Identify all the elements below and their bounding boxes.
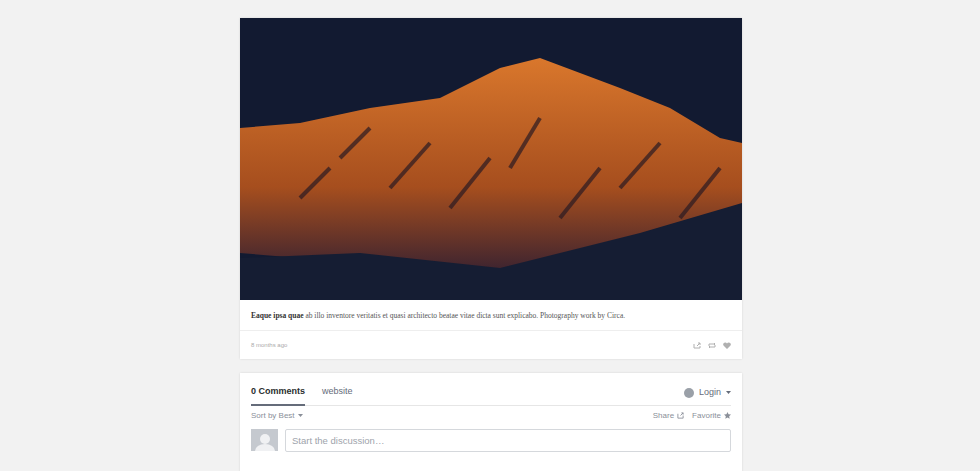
- caption: Eaque ipsa quae ab illo inventore verita…: [251, 310, 731, 321]
- share-button[interactable]: Share: [653, 410, 684, 422]
- heart-icon[interactable]: [723, 342, 731, 349]
- share-icon[interactable]: [693, 342, 701, 349]
- repost-icon[interactable]: [708, 342, 716, 349]
- caret-icon: [726, 391, 731, 394]
- star-icon: [724, 412, 731, 419]
- sort-menu[interactable]: Sort by Best: [251, 410, 303, 422]
- photo: [240, 18, 742, 300]
- login-menu[interactable]: Login: [684, 386, 731, 405]
- favorite-button[interactable]: Favorite: [692, 410, 731, 422]
- avatar-icon: [251, 429, 278, 451]
- post-time: 8 months ago: [251, 341, 287, 350]
- comments-card: 0 Comments website Login Sort by Best Sha…: [240, 373, 742, 471]
- caret-icon: [298, 414, 303, 417]
- user-icon: [684, 388, 694, 398]
- comment-input[interactable]: [285, 429, 731, 452]
- share-icon: [677, 412, 684, 419]
- post-card: Eaque ipsa quae ab illo inventore verita…: [240, 18, 742, 359]
- comments-tab[interactable]: 0 Comments: [251, 373, 305, 406]
- comments-tab[interactable]: website: [322, 373, 353, 405]
